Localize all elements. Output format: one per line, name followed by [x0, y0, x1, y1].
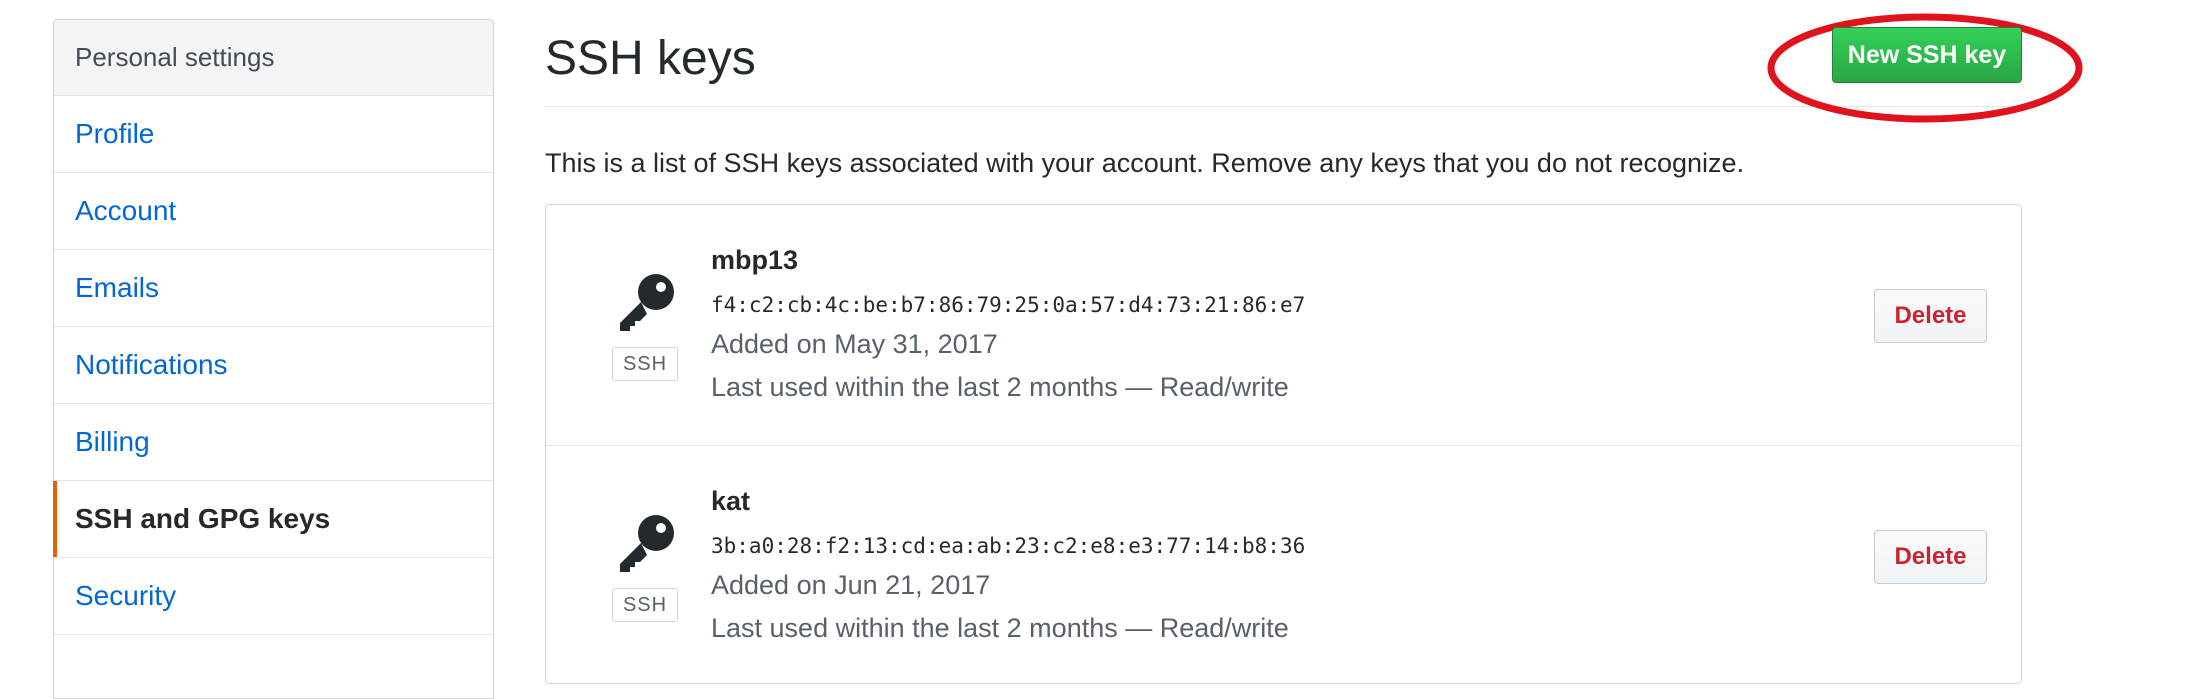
key-icon: [620, 274, 674, 331]
delete-key-button[interactable]: Delete: [1874, 530, 1987, 584]
sidebar-item-profile[interactable]: Profile: [54, 96, 493, 173]
ssh-badge: SSH: [612, 588, 678, 622]
sidebar-item-ssh-gpg-keys[interactable]: SSH and GPG keys: [53, 481, 493, 558]
ssh-badge: SSH: [612, 347, 678, 381]
key-last-used: Last used within the last 2 months — Rea…: [711, 372, 1289, 402]
key-fingerprint: 3b:a0:28:f2:13:cd:ea:ab:23:c2:e8:e3:77:1…: [711, 534, 1306, 558]
sidebar-item-emails[interactable]: Emails: [54, 250, 493, 327]
settings-sidebar: Personal settings Profile Account Emails…: [53, 19, 494, 699]
ssh-key-row: SSH kat 3b:a0:28:f2:13:cd:ea:ab:23:c2:e8…: [546, 445, 2021, 686]
key-last-used: Last used within the last 2 months — Rea…: [711, 613, 1289, 643]
key-icon: [620, 515, 674, 572]
sidebar-header: Personal settings: [54, 20, 493, 96]
key-fingerprint: f4:c2:cb:4c:be:b7:86:79:25:0a:57:d4:73:2…: [711, 293, 1306, 317]
sidebar-item-notifications[interactable]: Notifications: [54, 327, 493, 404]
key-added-date: Added on Jun 21, 2017: [711, 570, 991, 600]
delete-key-button[interactable]: Delete: [1874, 289, 1987, 343]
sidebar-item-billing[interactable]: Billing: [54, 404, 493, 481]
ssh-key-list: SSH mbp13 f4:c2:cb:4c:be:b7:86:79:25:0a:…: [545, 204, 2022, 684]
sidebar-item-account[interactable]: Account: [54, 173, 493, 250]
key-added-date: Added on May 31, 2017: [711, 329, 998, 359]
ssh-key-row: SSH mbp13 f4:c2:cb:4c:be:b7:86:79:25:0a:…: [546, 205, 2021, 445]
intro-text: This is a list of SSH keys associated wi…: [545, 148, 1745, 178]
new-ssh-key-button[interactable]: New SSH key: [1832, 27, 2022, 83]
key-title: mbp13: [711, 245, 799, 275]
key-title: kat: [711, 486, 751, 516]
sidebar-item-security[interactable]: Security: [54, 558, 493, 635]
page-title: SSH keys: [545, 32, 756, 85]
